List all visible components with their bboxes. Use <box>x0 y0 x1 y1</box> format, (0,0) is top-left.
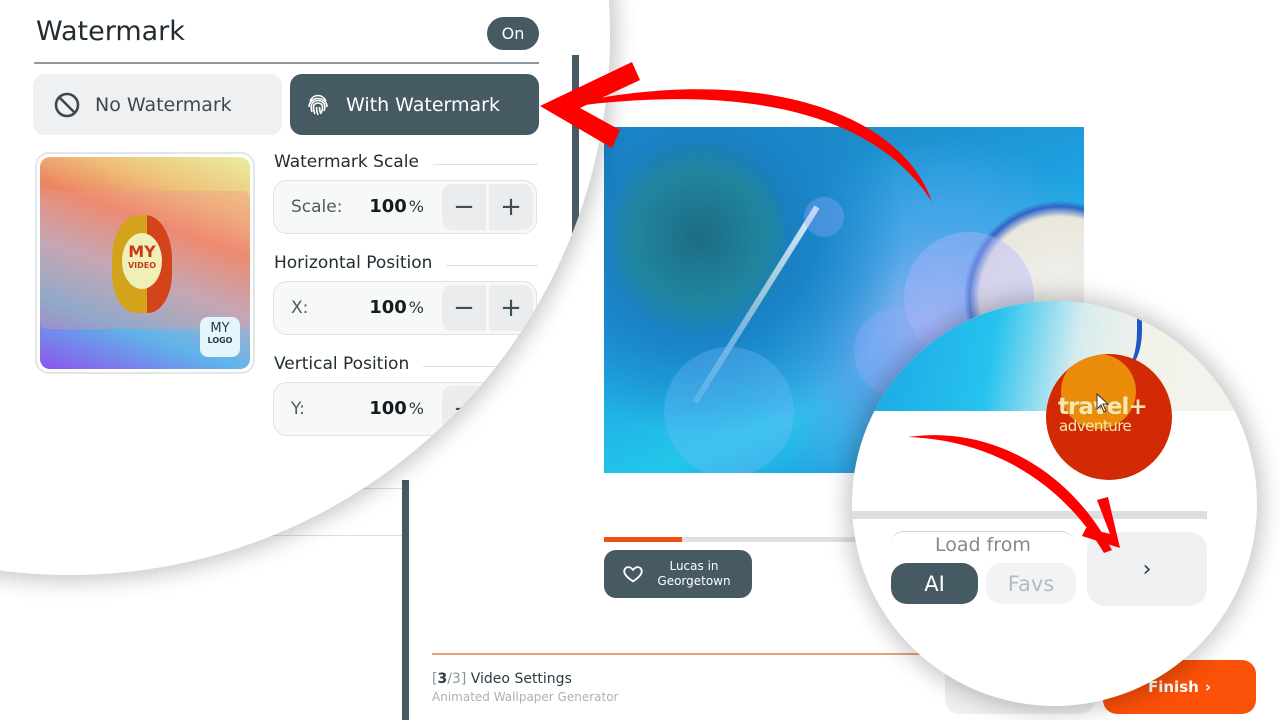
heart-icon <box>623 566 643 583</box>
watermark-toggle[interactable]: On <box>487 17 539 50</box>
no-symbol-icon <box>54 92 80 117</box>
watermark-title-rule <box>34 62 539 64</box>
load-from-legend: Load from <box>929 534 1037 556</box>
magnified-progress-track <box>852 511 1207 519</box>
preview-reef <box>614 137 784 337</box>
step-current: 3 <box>437 671 448 687</box>
stepper-unit: % <box>408 298 424 317</box>
decrement-button[interactable]: − <box>442 184 486 230</box>
decrement-button[interactable]: − <box>442 386 486 432</box>
my-video-logo-line1: MY <box>128 242 156 261</box>
no-watermark-button[interactable]: No Watermark <box>33 74 282 135</box>
next-wallpaper-button[interactable]: › <box>1087 532 1207 606</box>
my-logo-badge: MY LOGO <box>200 317 240 357</box>
my-video-logo: MY VIDEO <box>112 215 172 313</box>
horizontal-position-label: Horizontal Position <box>274 253 538 273</box>
field-label-text: Watermark Scale <box>274 152 419 172</box>
with-watermark-button[interactable]: With Watermark <box>290 74 539 135</box>
logo-text-line2: adventure <box>1059 417 1132 435</box>
step-total: /3] <box>447 671 467 687</box>
increment-button[interactable]: + <box>489 184 533 230</box>
favorite-label-line1: Lucas in <box>669 559 719 573</box>
stepper-key: Scale: <box>291 197 343 217</box>
stepper-unit: % <box>408 399 424 418</box>
watermark-scale-stepper[interactable]: Scale: 100% − + <box>273 180 537 234</box>
vertical-position-label: Vertical Position <box>274 354 538 374</box>
increment-button[interactable]: + <box>489 386 533 432</box>
watermark-title: Watermark <box>36 16 185 47</box>
magnifier-load-from: Load from AI Favs › <box>852 301 1257 706</box>
mouse-cursor-icon <box>1096 393 1110 413</box>
watermark-thumbnail[interactable]: MY VIDEO MY LOGO <box>35 152 255 374</box>
fingerprint-icon <box>308 94 328 115</box>
step-title: [3/3] Video Settings <box>432 671 572 687</box>
favorite-label: Lucas in Georgetown <box>654 559 734 589</box>
finish-label: Finish <box>1147 678 1199 696</box>
chevron-right-icon: › <box>1142 556 1152 582</box>
stepper-key: Y: <box>291 399 305 419</box>
vertical-position-stepper[interactable]: Y: 100% − + <box>273 382 537 436</box>
preview-bokeh <box>804 197 844 237</box>
with-watermark-label: With Watermark <box>346 93 500 116</box>
stepper-key: X: <box>291 298 309 318</box>
playback-progress[interactable] <box>604 537 864 542</box>
favorite-button[interactable]: Lucas in Georgetown <box>604 550 752 598</box>
stepper-number: 100 <box>369 196 407 217</box>
load-from-ai-button[interactable]: AI <box>891 563 978 604</box>
step-name: Video Settings <box>470 671 572 687</box>
my-video-logo-line2: VIDEO <box>127 261 157 270</box>
watermark-overlay-logo[interactable]: travel+ adventure <box>1046 354 1172 480</box>
footer-rule <box>432 653 932 655</box>
no-watermark-label: No Watermark <box>95 93 232 116</box>
magnifier-watermark-settings: Watermark On No Watermark With Watermark <box>0 0 610 575</box>
stepper-number: 100 <box>369 398 407 419</box>
watermark-thumbnail-image: MY VIDEO MY LOGO <box>40 157 250 369</box>
load-from-favs-button[interactable]: Favs <box>986 563 1076 604</box>
stepper-value: 100% <box>369 398 424 419</box>
field-label-text: Vertical Position <box>274 354 410 374</box>
increment-button[interactable]: + <box>489 285 533 331</box>
my-logo-line2: LOGO <box>207 336 233 345</box>
favorite-label-line2: Georgetown <box>657 574 731 588</box>
stepper-value: 100% <box>369 297 424 318</box>
watermark-scale-label: Watermark Scale <box>274 152 538 172</box>
stepper-unit: % <box>408 197 424 216</box>
decrement-button[interactable]: − <box>442 285 486 331</box>
horizontal-position-stepper[interactable]: X: 100% − + <box>273 281 537 335</box>
preview-bokeh <box>664 347 794 473</box>
chevron-right-icon: › <box>1204 678 1211 696</box>
stepper-value: 100% <box>369 196 424 217</box>
stepper-number: 100 <box>369 297 407 318</box>
app-subtitle: Animated Wallpaper Generator <box>432 690 619 704</box>
field-label-text: Horizontal Position <box>274 253 433 273</box>
my-logo-line1: MY <box>210 321 230 336</box>
playback-progress-fill <box>604 537 682 542</box>
panel-divider <box>572 55 579 455</box>
